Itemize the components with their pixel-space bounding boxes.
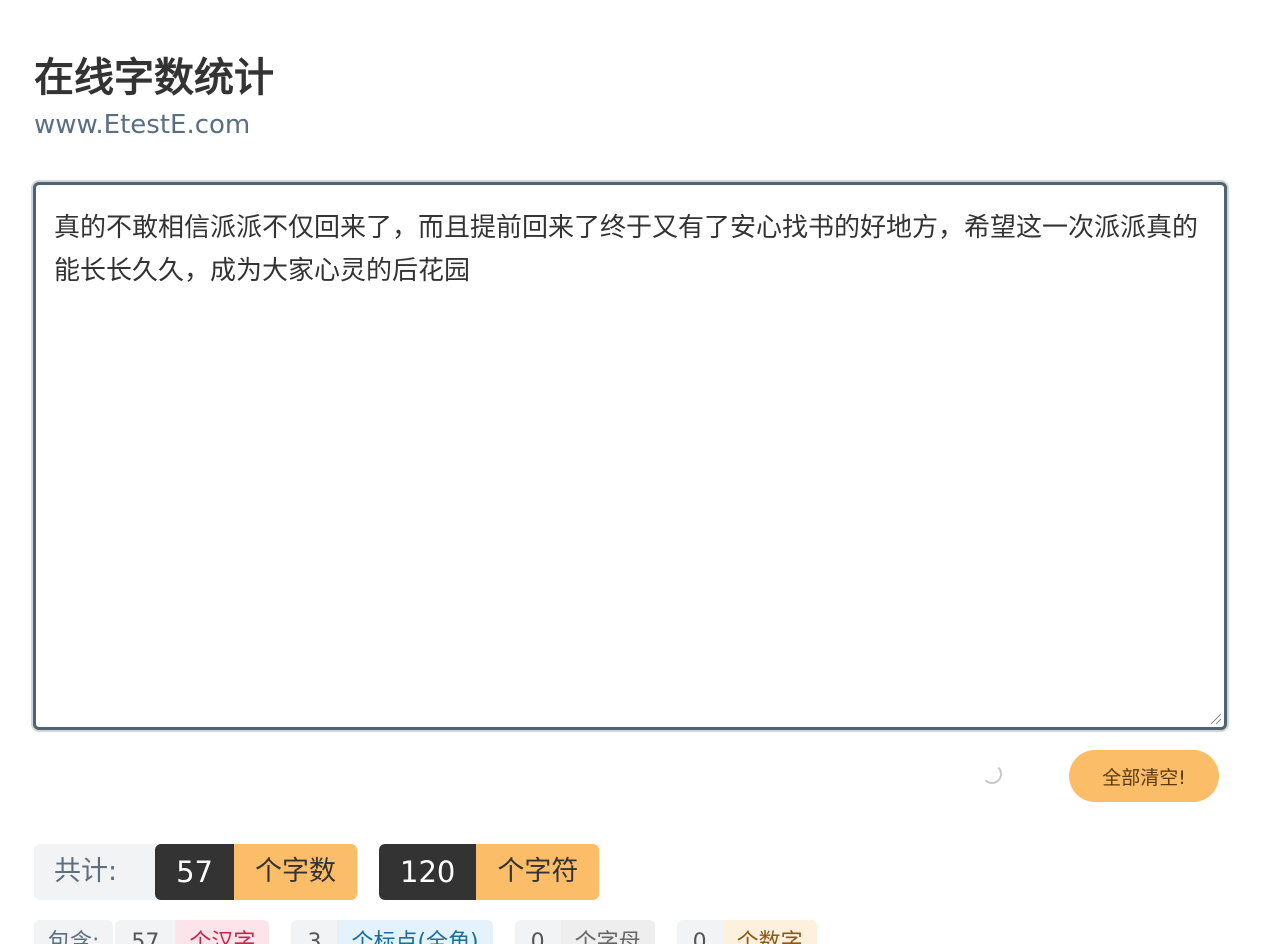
digit-count-unit: 个数字 [722, 920, 817, 944]
total-label: 共计: [34, 844, 156, 900]
total-stats: 共计: 57 个字数 120 个字符 [34, 844, 621, 900]
hanzi-count-value: 57 [115, 920, 176, 944]
symbol-count-value: 120 [379, 844, 477, 900]
punctuation-count-unit: 个标点(全角) [337, 920, 493, 944]
char-count-badge: 57 个字数 [155, 844, 358, 900]
text-editor-frame: 真的不敢相信派派不仅回来了，而且提前回来了终于又有了安心找书的好地方，希望这一次… [33, 182, 1227, 730]
breakdown-stats: 包含: 57 个汉字 3 个标点(全角) 0 个字母 0 个数字 [34, 920, 839, 944]
digit-count-value: 0 [676, 920, 723, 944]
symbol-count-badge: 120 个字符 [379, 844, 600, 900]
hanzi-count-badge: 57 个汉字 [115, 920, 270, 944]
letter-count-value: 0 [514, 920, 561, 944]
char-count-unit: 个字数 [234, 844, 358, 900]
punctuation-count-value: 3 [291, 920, 338, 944]
site-url: www.EtestE.com [34, 110, 251, 140]
letter-count-unit: 个字母 [560, 920, 655, 944]
clear-all-button[interactable]: 全部清空! [1069, 750, 1219, 802]
word-count-page: 在线字数统计 www.EtestE.com 真的不敢相信派派不仅回来了，而且提前… [0, 0, 1267, 944]
char-count-value: 57 [155, 844, 235, 900]
digit-count-badge: 0 个数字 [676, 920, 817, 944]
letter-count-badge: 0 个字母 [514, 920, 655, 944]
page-title: 在线字数统计 [34, 55, 274, 101]
loading-spinner-icon [982, 764, 1002, 784]
text-input[interactable]: 真的不敢相信派派不仅回来了，而且提前回来了终于又有了安心找书的好地方，希望这一次… [36, 185, 1224, 727]
resize-grip-icon[interactable] [1208, 711, 1222, 725]
symbol-count-unit: 个字符 [476, 844, 600, 900]
breakdown-label: 包含: [34, 920, 114, 944]
punctuation-count-badge: 3 个标点(全角) [291, 920, 493, 944]
hanzi-count-unit: 个汉字 [175, 920, 270, 944]
